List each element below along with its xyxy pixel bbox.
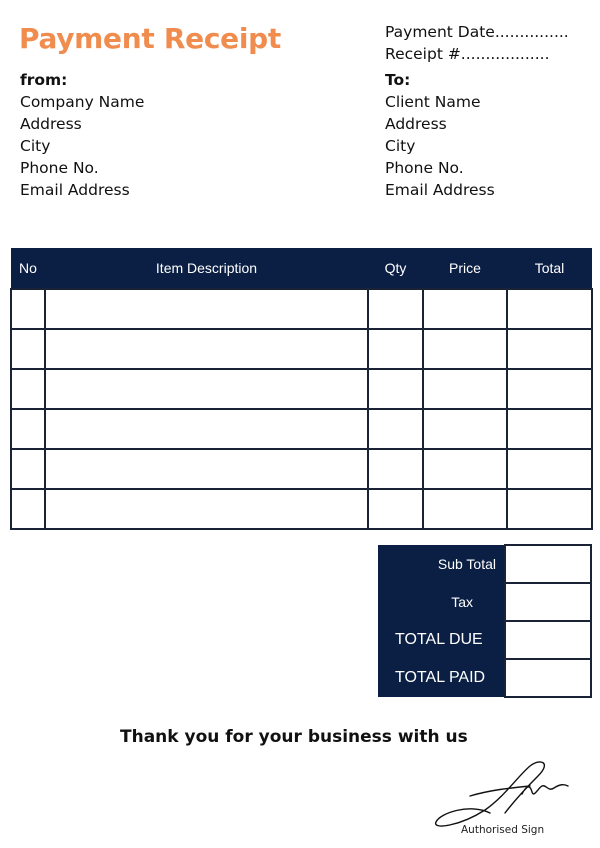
to-client-name[interactable]: Client Name bbox=[385, 91, 495, 113]
from-phone[interactable]: Phone No. bbox=[20, 157, 144, 179]
table-row bbox=[10, 488, 593, 530]
cell-item-description[interactable] bbox=[44, 488, 369, 530]
header-total: Total bbox=[507, 248, 592, 289]
cell-total[interactable] bbox=[506, 448, 593, 490]
tax-row: Tax bbox=[378, 582, 592, 622]
to-phone[interactable]: Phone No. bbox=[385, 157, 495, 179]
cell-no[interactable] bbox=[10, 288, 46, 330]
thank-you-message: Thank you for your business with us bbox=[120, 727, 468, 747]
subtotal-label: Sub Total bbox=[378, 545, 505, 583]
signature-icon bbox=[435, 761, 569, 827]
cell-qty[interactable] bbox=[367, 328, 424, 370]
tax-value[interactable] bbox=[504, 582, 592, 622]
total-due-label: TOTAL DUE bbox=[378, 621, 505, 659]
receipt-meta: Payment Date............... Receipt #...… bbox=[385, 21, 569, 65]
cell-price[interactable] bbox=[422, 288, 508, 330]
payment-date-field[interactable]: Payment Date............... bbox=[385, 21, 569, 43]
authorised-sign-label: Authorised Sign bbox=[461, 824, 545, 836]
cell-total[interactable] bbox=[506, 288, 593, 330]
receipt-title: Payment Receipt bbox=[19, 22, 281, 55]
tax-label: Tax bbox=[378, 583, 505, 621]
cell-no[interactable] bbox=[10, 328, 46, 370]
from-heading: from: bbox=[20, 71, 68, 89]
table-row bbox=[10, 408, 593, 450]
cell-total[interactable] bbox=[506, 488, 593, 530]
to-block: To: Client Name Address City Phone No. E… bbox=[385, 69, 495, 201]
to-address[interactable]: Address bbox=[385, 113, 495, 135]
items-table: No Item Description Qty Price Total bbox=[10, 248, 593, 530]
cell-total[interactable] bbox=[506, 408, 593, 450]
cell-item-description[interactable] bbox=[44, 448, 369, 490]
from-block: from: Company Name Address City Phone No… bbox=[20, 69, 144, 201]
cell-item-description[interactable] bbox=[44, 368, 369, 410]
from-email[interactable]: Email Address bbox=[20, 179, 144, 201]
cell-no[interactable] bbox=[10, 488, 46, 530]
cell-price[interactable] bbox=[422, 368, 508, 410]
table-row bbox=[10, 448, 593, 490]
table-row bbox=[10, 328, 593, 370]
header-no: No bbox=[11, 248, 45, 289]
header-price: Price bbox=[423, 248, 507, 289]
from-company-name[interactable]: Company Name bbox=[20, 91, 144, 113]
cell-qty[interactable] bbox=[367, 408, 424, 450]
cell-no[interactable] bbox=[10, 448, 46, 490]
total-paid-row: TOTAL PAID bbox=[378, 658, 592, 698]
cell-item-description[interactable] bbox=[44, 408, 369, 450]
to-city[interactable]: City bbox=[385, 135, 495, 157]
cell-qty[interactable] bbox=[367, 368, 424, 410]
total-paid-label: TOTAL PAID bbox=[378, 659, 505, 697]
table-row bbox=[10, 288, 593, 330]
cell-item-description[interactable] bbox=[44, 288, 369, 330]
header-item-description: Item Description bbox=[45, 248, 368, 289]
total-paid-value[interactable] bbox=[504, 658, 592, 698]
cell-no[interactable] bbox=[10, 408, 46, 450]
to-heading: To: bbox=[385, 71, 411, 89]
cell-price[interactable] bbox=[422, 408, 508, 450]
items-header-row: No Item Description Qty Price Total bbox=[11, 248, 592, 289]
receipt-number-field[interactable]: Receipt #.................. bbox=[385, 43, 569, 65]
table-row bbox=[10, 368, 593, 410]
totals-table: Sub Total Tax TOTAL DUE TOTAL PAID bbox=[378, 544, 592, 698]
total-due-value[interactable] bbox=[504, 620, 592, 660]
cell-price[interactable] bbox=[422, 488, 508, 530]
cell-price[interactable] bbox=[422, 448, 508, 490]
cell-qty[interactable] bbox=[367, 488, 424, 530]
cell-total[interactable] bbox=[506, 328, 593, 370]
total-due-row: TOTAL DUE bbox=[378, 620, 592, 660]
subtotal-row: Sub Total bbox=[378, 544, 592, 584]
cell-item-description[interactable] bbox=[44, 328, 369, 370]
cell-qty[interactable] bbox=[367, 288, 424, 330]
subtotal-value[interactable] bbox=[504, 544, 592, 584]
cell-qty[interactable] bbox=[367, 448, 424, 490]
header-qty: Qty bbox=[368, 248, 423, 289]
to-email[interactable]: Email Address bbox=[385, 179, 495, 201]
cell-no[interactable] bbox=[10, 368, 46, 410]
cell-price[interactable] bbox=[422, 328, 508, 370]
cell-total[interactable] bbox=[506, 368, 593, 410]
from-city[interactable]: City bbox=[20, 135, 144, 157]
from-address[interactable]: Address bbox=[20, 113, 144, 135]
